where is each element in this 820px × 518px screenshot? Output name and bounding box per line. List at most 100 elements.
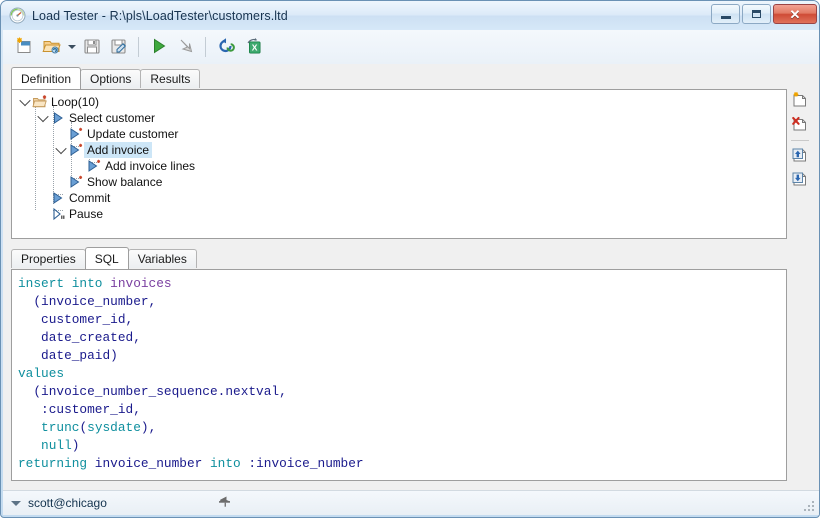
svg-text:X: X (251, 42, 257, 52)
toolbar-separator-1 (138, 37, 139, 57)
sql-line: values (18, 365, 780, 383)
tree-node-label: Loop(10) (51, 95, 100, 109)
tab-sql[interactable]: SQL (84, 247, 129, 269)
detail-panel: Properties SQL Variables insert into inv… (11, 247, 787, 482)
tree-node-label: Select customer (69, 111, 156, 125)
expander-loop[interactable] (18, 94, 32, 110)
maximize-button[interactable] (742, 4, 771, 24)
pin-icon[interactable] (217, 494, 233, 513)
detail-tab-strip: Properties SQL Variables (11, 247, 787, 269)
connection-label: scott@chicago (28, 496, 107, 510)
tab-properties-label: Properties (21, 252, 76, 266)
tree-node-update-customer[interactable]: Update customer (12, 126, 786, 142)
new-file-button[interactable] (11, 34, 38, 60)
sql-token: :customer_id, (18, 402, 141, 417)
move-down-button[interactable] (789, 168, 811, 192)
tab-definition[interactable]: Definition (11, 67, 82, 89)
tab-options[interactable]: Options (80, 69, 142, 88)
sql-line: customer_id, (18, 311, 780, 329)
tab-results[interactable]: Results (140, 69, 201, 88)
window-controls: ✕ (711, 4, 817, 24)
expander-select-customer[interactable] (36, 110, 50, 126)
sql-token: date_created, (18, 330, 141, 345)
main-toolbar: X (3, 30, 819, 64)
sql-editor-panel[interactable]: insert into invoices (invoice_number, cu… (11, 269, 787, 481)
statement-star-icon (86, 158, 102, 174)
sql-line: trunc(sysdate), (18, 419, 780, 437)
window-title: Load Tester - R:\pls\LoadTester\customer… (32, 8, 288, 23)
save-as-button[interactable] (105, 34, 132, 60)
sql-token: invoices (110, 276, 172, 291)
add-node-button[interactable] (789, 89, 811, 113)
tab-properties[interactable]: Properties (11, 249, 86, 268)
move-down-icon (791, 170, 809, 191)
sql-token: null (41, 438, 72, 453)
scenario-tree: Loop(10) Select customer Update customer… (12, 90, 786, 222)
tree-node-show-balance[interactable]: Show balance (12, 174, 786, 190)
sql-line: date_paid) (18, 347, 780, 365)
tree-node-label: Commit (69, 191, 111, 205)
connection-dropdown-icon[interactable] (11, 500, 21, 506)
refresh-button[interactable] (212, 34, 239, 60)
maximize-icon (752, 10, 761, 18)
title-bar: Load Tester - R:\pls\LoadTester\customer… (1, 1, 819, 30)
delete-node-button[interactable] (789, 113, 811, 137)
statement-star-icon (68, 174, 84, 190)
open-file-button[interactable] (38, 34, 65, 60)
save-as-icon (109, 36, 129, 59)
main-tab-strip: Definition Options Results (11, 67, 819, 89)
open-file-icon (41, 36, 62, 59)
sql-token: date_paid) (18, 348, 118, 363)
delete-node-icon (791, 115, 809, 136)
tree-node-select-customer[interactable]: Select customer (12, 110, 786, 126)
refresh-icon (216, 36, 236, 59)
add-node-icon (791, 91, 809, 112)
sql-token: sysdate (87, 420, 141, 435)
sql-editor-text[interactable]: insert into invoices (invoice_number, cu… (12, 270, 786, 478)
export-excel-button[interactable]: X (239, 34, 266, 60)
statement-icon (50, 190, 66, 206)
sql-line: (invoice_number, (18, 293, 780, 311)
open-dropdown-caret[interactable] (65, 34, 78, 60)
sql-token: invoice_number (94, 456, 210, 471)
tree-node-add-invoice-lines[interactable]: Add invoice lines (12, 158, 786, 174)
resize-grip[interactable] (804, 501, 816, 513)
tree-node-add-invoice[interactable]: Add invoice (12, 142, 786, 158)
application-window: Load Tester - R:\pls\LoadTester\customer… (0, 0, 820, 518)
expander-add-invoice[interactable] (54, 142, 68, 158)
move-up-button[interactable] (789, 144, 811, 168)
sql-line: returning invoice_number into :invoice_n… (18, 455, 780, 473)
sql-token: returning (18, 456, 95, 471)
tab-variables[interactable]: Variables (127, 249, 197, 268)
sql-token: ), (140, 420, 157, 435)
stop-button[interactable] (172, 34, 199, 60)
tree-node-label: Pause (69, 207, 104, 221)
sql-token: insert into (18, 276, 111, 291)
save-button[interactable] (78, 34, 105, 60)
minimize-button[interactable] (711, 4, 740, 24)
sql-line: date_created, (18, 329, 780, 347)
sql-token: ( (79, 420, 88, 435)
close-icon: ✕ (789, 6, 801, 22)
minimize-icon (720, 15, 731, 19)
save-icon (82, 36, 102, 59)
tree-side-toolbar (789, 89, 811, 192)
close-button[interactable]: ✕ (773, 4, 817, 24)
sql-token: ) (71, 438, 80, 453)
tree-node-commit[interactable]: Commit (12, 190, 786, 206)
tab-options-label: Options (90, 72, 132, 86)
gauge-icon (9, 7, 26, 24)
new-file-icon (15, 36, 35, 59)
tree-node-pause[interactable]: Pause (12, 206, 786, 222)
tree-node-label: Show balance (87, 175, 163, 189)
client-area: Definition Options Results Loop(10) Sele… (3, 64, 819, 490)
folder-star-icon (32, 94, 48, 110)
tree-node-loop[interactable]: Loop(10) (12, 94, 786, 110)
move-up-icon (791, 146, 809, 167)
sql-line: :customer_id, (18, 401, 780, 419)
run-button[interactable] (145, 34, 172, 60)
sql-line: insert into invoices (18, 275, 780, 293)
sql-line: (invoice_number_sequence.nextval, (18, 383, 780, 401)
